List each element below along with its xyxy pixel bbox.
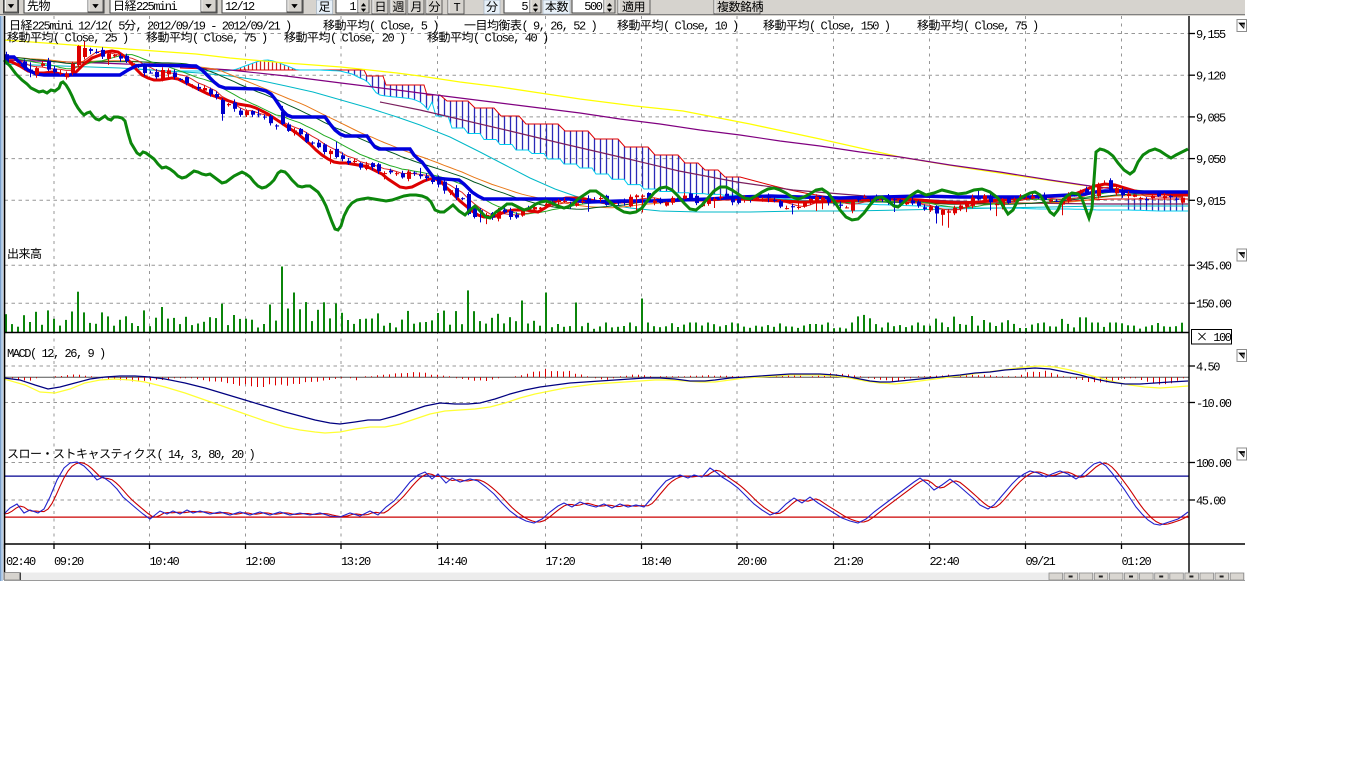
svg-text:02:40: 02:40: [6, 555, 36, 569]
svg-text:(Close,75): (Close,75): [963, 20, 1039, 34]
svg-text:22:40: 22:40: [930, 555, 960, 569]
svg-text:(Close,20): (Close,20): [330, 32, 406, 46]
svg-text:09:20: 09:20: [54, 555, 84, 569]
svg-text:150.00: 150.00: [1196, 298, 1232, 312]
svg-text:12/12: 12/12: [225, 0, 255, 14]
svg-text:1: 1: [349, 0, 356, 14]
svg-text:01:20: 01:20: [1122, 555, 1152, 569]
svg-text:9,120: 9,120: [1196, 70, 1226, 84]
svg-text:9,085: 9,085: [1196, 111, 1226, 125]
svg-text:345.00: 345.00: [1196, 260, 1232, 274]
svg-text:13:20: 13:20: [341, 555, 371, 569]
svg-text:500: 500: [584, 0, 603, 14]
svg-text:T: T: [454, 1, 461, 15]
svg-text:(Close,150): (Close,150): [809, 20, 891, 34]
svg-text:09/21: 09/21: [1026, 555, 1056, 569]
svg-text:9,155: 9,155: [1196, 28, 1226, 42]
svg-text:MACD(12,26,9): MACD(12,26,9): [7, 347, 106, 361]
svg-text:9,015: 9,015: [1196, 195, 1226, 209]
svg-text:45.00: 45.00: [1196, 495, 1226, 509]
svg-text:(14,3,80,20): (14,3,80,20): [157, 448, 256, 462]
svg-text:21:20: 21:20: [834, 555, 864, 569]
svg-text:10:40: 10:40: [150, 555, 180, 569]
svg-text:17:20: 17:20: [546, 555, 576, 569]
svg-text:100.00: 100.00: [1196, 457, 1232, 471]
svg-text:225mini: 225mini: [136, 0, 178, 14]
svg-text:-10.00: -10.00: [1196, 397, 1232, 411]
svg-text:14:40: 14:40: [438, 555, 468, 569]
svg-text:4.50: 4.50: [1196, 361, 1220, 375]
svg-text:9,050: 9,050: [1196, 153, 1226, 167]
svg-text:100: 100: [1213, 331, 1232, 345]
svg-text:18:40: 18:40: [642, 555, 672, 569]
svg-text:12:00: 12:00: [246, 555, 276, 569]
svg-text:(Close,10): (Close,10): [663, 20, 739, 34]
svg-text:20:00: 20:00: [737, 555, 767, 569]
svg-text:5: 5: [521, 0, 528, 14]
